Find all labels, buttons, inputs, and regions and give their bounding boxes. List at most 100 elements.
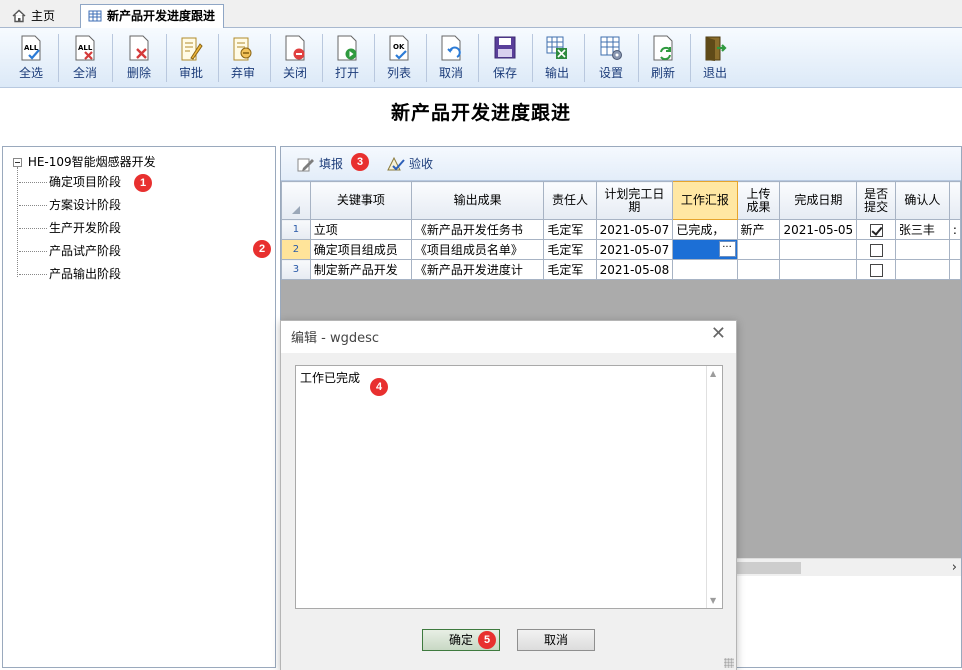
accept-icon	[387, 156, 405, 171]
submitted-checkbox[interactable]	[869, 223, 883, 237]
close-icon[interactable]: ✕	[711, 323, 726, 344]
row-number[interactable]: 3	[281, 259, 311, 280]
col-header-output[interactable]: 输出成果	[410, 181, 545, 220]
submitted-checkbox[interactable]	[869, 263, 883, 277]
delete-button[interactable]: 删除	[114, 32, 164, 84]
dialog-cancel-button[interactable]: 取消	[517, 629, 595, 651]
close-button[interactable]: 关闭	[270, 32, 320, 84]
col-header-done-date[interactable]: 完成日期	[779, 181, 858, 220]
approve-button[interactable]: 审批	[166, 32, 216, 84]
col-header-report[interactable]: 工作汇报	[672, 181, 738, 220]
tree-item-output-stage[interactable]: 产品输出阶段	[19, 263, 121, 285]
description-textarea[interactable]: 工作已完成	[295, 365, 723, 609]
col-header-item[interactable]: 关键事项	[309, 181, 412, 220]
exit-icon	[705, 36, 727, 61]
open-button[interactable]: 打开	[322, 32, 372, 84]
cell-plan-date[interactable]: 2021-05-07	[595, 219, 674, 240]
tree-item-design-stage[interactable]: 方案设计阶段	[19, 194, 121, 216]
cell-output[interactable]: 《新产品开发任务书	[410, 219, 545, 240]
deselect-all-button[interactable]: ALL 全消	[60, 32, 110, 84]
grid-corner[interactable]	[281, 181, 311, 220]
close-doc-icon	[285, 35, 305, 61]
step-badge: 3	[351, 153, 369, 171]
cell-owner[interactable]: 毛定军	[543, 239, 597, 260]
tree-item-confirm-stage[interactable]: 确定项目阶段	[19, 171, 121, 193]
cell-done-date[interactable]	[779, 259, 858, 280]
edit-dialog: 编辑 - wgdesc ✕ 工作已完成 ▲ ▼ 确定 取消	[280, 320, 737, 670]
cell-output[interactable]: 《新产品开发进度计	[410, 259, 545, 280]
scroll-up-icon[interactable]: ▲	[710, 369, 716, 378]
scroll-thumb[interactable]	[737, 562, 801, 574]
collapse-icon[interactable]	[13, 158, 22, 167]
open-doc-icon	[337, 35, 357, 61]
horizontal-scrollbar[interactable]: ›	[737, 558, 961, 576]
cell-plan-date[interactable]: 2021-05-08	[595, 259, 674, 280]
tree-item-dev-stage[interactable]: 生产开发阶段	[19, 217, 121, 239]
cell-owner[interactable]: 毛定军	[543, 259, 597, 280]
cell-output[interactable]: 《项目组成员名单》	[410, 239, 545, 260]
tab-progress[interactable]: 新产品开发进度跟进	[80, 4, 225, 29]
cell-confirm[interactable]: 张三丰	[894, 219, 950, 240]
deselect-all-icon: ALL	[75, 35, 95, 61]
scroll-right-icon[interactable]: ›	[952, 559, 957, 577]
tab-bar: 主页 新产品开发进度跟进	[0, 0, 962, 29]
cell-report[interactable]	[672, 259, 738, 280]
row-number[interactable]: 1	[281, 219, 311, 240]
cell-confirm[interactable]	[894, 239, 950, 260]
col-header-confirm[interactable]: 确认人	[894, 181, 950, 220]
cell-plan-date[interactable]: 2021-05-07	[595, 239, 674, 260]
settings-button[interactable]: 设置	[586, 32, 636, 84]
cell-report[interactable]: 已完成，	[672, 219, 738, 240]
row-number[interactable]: 2	[281, 239, 311, 260]
scroll-down-icon[interactable]: ▼	[710, 596, 716, 605]
cell-upload[interactable]	[736, 259, 781, 280]
table-row[interactable]: 2 确定项目组成员 《项目组成员名单》 毛定军 2021-05-07 ···	[281, 239, 962, 260]
table-row[interactable]: 1 立项 《新产品开发任务书 毛定军 2021-05-07 已完成， 新产 20…	[281, 219, 962, 240]
settings-icon	[600, 36, 622, 60]
resize-grip-icon[interactable]	[724, 658, 734, 668]
table-row[interactable]: 3 制定新产品开发 《新产品开发进度计 毛定军 2021-05-08	[281, 259, 962, 280]
cancel-button[interactable]: 取消	[426, 32, 476, 84]
cell-submitted[interactable]	[856, 219, 896, 240]
delete-icon	[129, 35, 149, 61]
cell-done-date[interactable]	[779, 239, 858, 260]
close-label: 关闭	[282, 66, 307, 80]
refresh-button[interactable]: 刷新	[638, 32, 688, 84]
list-icon: OK	[389, 35, 409, 61]
fill-button[interactable]: 填报	[297, 155, 343, 173]
cell-owner[interactable]: 毛定军	[543, 219, 597, 240]
cell-submitted[interactable]	[856, 239, 896, 260]
cell-item[interactable]: 确定项目组成员	[309, 239, 412, 260]
col-header-submitted[interactable]: 是否提交	[856, 181, 896, 220]
col-header-plan-date[interactable]: 计划完工日期	[595, 181, 674, 220]
save-icon	[494, 36, 516, 59]
tab-home[interactable]: 主页	[4, 4, 64, 28]
cell-report-editing[interactable]: ···	[672, 239, 738, 260]
cell-done-date[interactable]: 2021-05-05	[779, 219, 858, 240]
cell-item[interactable]: 立项	[309, 219, 412, 240]
tree-item-trial-stage[interactable]: 产品试产阶段	[19, 240, 121, 262]
tab-home-label: 主页	[31, 9, 56, 23]
cell-confirm[interactable]	[894, 259, 950, 280]
tree-root[interactable]: HE-109智能烟感器开发	[13, 153, 156, 171]
cell-upload[interactable]: 新产	[736, 219, 781, 240]
col-header-upload[interactable]: 上传成果	[736, 181, 781, 220]
col-header-owner[interactable]: 责任人	[543, 181, 597, 220]
save-button[interactable]: 保存	[480, 32, 530, 84]
list-button[interactable]: OK 列表	[374, 32, 424, 84]
select-all-button[interactable]: ALL 全选	[6, 32, 56, 84]
export-button[interactable]: 输出	[532, 32, 582, 84]
exit-button[interactable]: 退出	[690, 32, 740, 84]
approve-icon	[181, 37, 203, 61]
unapprove-button[interactable]: 弃审	[218, 32, 268, 84]
vertical-scrollbar[interactable]: ▲ ▼	[706, 366, 722, 608]
progress-grid: 关键事项 输出成果 责任人 计划完工日期 工作汇报 上传成果 完成日期 是否提交…	[281, 181, 962, 280]
cell-item[interactable]: 制定新产品开发	[309, 259, 412, 280]
cell-submitted[interactable]	[856, 259, 896, 280]
ellipsis-button[interactable]: ···	[718, 241, 736, 257]
cell-upload[interactable]	[736, 239, 781, 260]
submitted-checkbox[interactable]	[869, 243, 883, 257]
toolbar: ALL 全选 ALL 全消 删除 审批 弃审 关闭 打开 OK 列表 取消 保存…	[0, 28, 962, 88]
select-all-label: 全选	[18, 66, 43, 80]
accept-button[interactable]: 验收	[387, 155, 433, 173]
